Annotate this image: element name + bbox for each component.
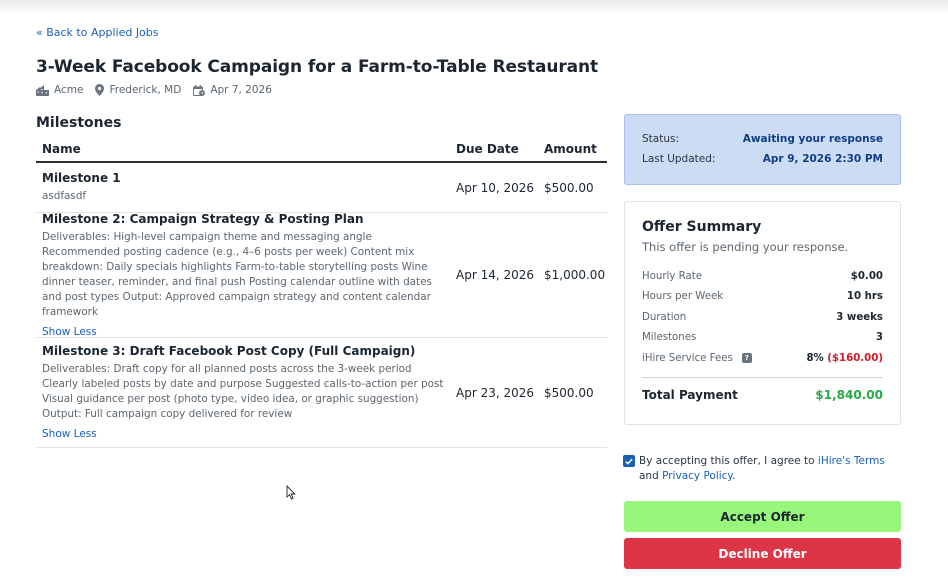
location-text: Frederick, MD [109, 84, 182, 96]
offer-row-value: $0.00 [850, 270, 883, 282]
milestone-due-date: Apr 23, 2026 [456, 385, 535, 400]
help-icon[interactable]: ? [741, 353, 752, 364]
offer-row-label: Duration [642, 311, 687, 323]
terms-agreement: By accepting this offer, I agree to iHir… [623, 454, 903, 484]
milestones-table: Name Due Date Amount Milestone 1 asdfasd… [36, 136, 607, 448]
job-meta: Acme Frederick, MD Apr 7, 2026 [36, 84, 284, 96]
agreement-prefix: By accepting this offer, I agree to [639, 455, 818, 467]
offer-row-value: 10 hrs [846, 291, 883, 303]
milestones-table-header: Name Due Date Amount [36, 136, 607, 163]
column-header-amount: Amount [544, 141, 597, 156]
last-updated-label: Last Updated: [642, 153, 716, 165]
decline-offer-button[interactable]: Decline Offer [624, 538, 901, 569]
offer-summary-title: Offer Summary [642, 219, 762, 235]
service-fee-amount: ($160.00) [827, 352, 883, 364]
column-header-due-date: Due Date [456, 141, 519, 156]
service-fee-value: 8% ($160.00) [806, 353, 883, 364]
posted-date: Apr 7, 2026 [210, 84, 272, 96]
calendar-icon [193, 84, 206, 96]
terms-checkbox[interactable] [623, 455, 635, 467]
date-meta: Apr 7, 2026 [193, 84, 272, 96]
terms-link[interactable]: iHire's Terms [818, 455, 885, 467]
milestone-row: Milestone 2: Campaign Strategy & Posting… [36, 212, 607, 338]
milestone-amount: $500.00 [544, 385, 594, 400]
milestone-row: Milestone 3: Draft Facebook Post Copy (F… [36, 338, 607, 448]
last-updated-value: Apr 9, 2026 2:30 PM [762, 153, 883, 165]
company-meta: Acme [36, 84, 83, 96]
accept-offer-button[interactable]: Accept Offer [624, 501, 901, 532]
privacy-policy-link[interactable]: Privacy Policy [662, 470, 732, 482]
checkmark-icon [625, 458, 633, 465]
milestone-title: Milestone 3: Draft Facebook Post Copy (F… [42, 344, 416, 358]
offer-status-panel: Status: Awaiting your response Last Upda… [624, 114, 901, 185]
offer-row-label: Hourly Rate [642, 270, 702, 282]
status-row: Status: Awaiting your response [642, 133, 883, 145]
milestone-name-cell: Milestone 2: Campaign Strategy & Posting… [36, 204, 456, 347]
offer-row-label: Milestones [642, 332, 697, 344]
status-label: Status: [642, 133, 679, 145]
milestone-due-date: Apr 14, 2026 [456, 268, 535, 282]
offer-row-milestones: Milestones 3 [642, 328, 883, 349]
offer-summary-subtitle: This offer is pending your response. [642, 240, 849, 254]
milestones-heading: Milestones [36, 115, 122, 131]
offer-summary-card: Offer Summary This offer is pending your… [624, 201, 901, 425]
offer-row-label: Hours per Week [642, 291, 724, 303]
total-payment-label: Total Payment [642, 387, 738, 402]
service-fee-label: iHire Service Fees [642, 352, 733, 364]
service-fee-label-group: iHire Service Fees ? [642, 353, 752, 364]
milestone-due-date: Apr 10, 2026 [456, 180, 535, 195]
offer-row-hours-per-week: Hours per Week 10 hrs [642, 287, 883, 308]
page-title: 3-Week Facebook Campaign for a Farm-to-T… [36, 57, 599, 77]
milestone-title: Milestone 1 [42, 171, 121, 185]
map-pin-icon [95, 84, 105, 96]
total-payment-value: $1,840.00 [815, 387, 883, 402]
offer-row-value: 3 [875, 332, 883, 344]
offer-total-row: Total Payment $1,840.00 [642, 388, 883, 402]
company-name: Acme [54, 84, 84, 96]
milestone-amount: $500.00 [544, 180, 594, 195]
column-header-name: Name [42, 141, 81, 156]
offer-row-hourly-rate: Hourly Rate $0.00 [642, 266, 883, 287]
agreement-suffix: . [732, 470, 736, 482]
back-to-applied-jobs-link[interactable]: « Back to Applied Jobs [36, 26, 159, 39]
offer-row-service-fees: iHire Service Fees ? 8% ($160.00) [642, 348, 883, 369]
top-shadow [0, 0, 948, 14]
milestone-description: Deliverables: Draft copy for all planned… [42, 363, 444, 420]
mouse-cursor-icon [286, 485, 296, 500]
buildings-icon [36, 84, 49, 96]
location-meta: Frederick, MD [95, 84, 181, 96]
milestone-title: Milestone 2: Campaign Strategy & Posting… [42, 211, 364, 226]
milestone-description: Deliverables: High-level campaign theme … [42, 230, 432, 318]
terms-agreement-text: By accepting this offer, I agree to iHir… [639, 454, 897, 484]
agreement-middle: and [639, 470, 663, 482]
status-value: Awaiting your response [742, 133, 883, 145]
offer-row-value: 3 weeks [836, 311, 883, 323]
show-less-link[interactable]: Show Less [42, 428, 97, 440]
milestone-name-cell: Milestone 3: Draft Facebook Post Copy (F… [36, 336, 456, 449]
service-fee-percent: 8% [806, 352, 824, 364]
last-updated-row: Last Updated: Apr 9, 2026 2:30 PM [642, 153, 883, 165]
milestone-amount: $1,000.00 [544, 268, 606, 282]
offer-divider [642, 376, 883, 378]
milestone-description: asdfasdf [42, 190, 87, 202]
offer-row-duration: Duration 3 weeks [642, 307, 883, 328]
